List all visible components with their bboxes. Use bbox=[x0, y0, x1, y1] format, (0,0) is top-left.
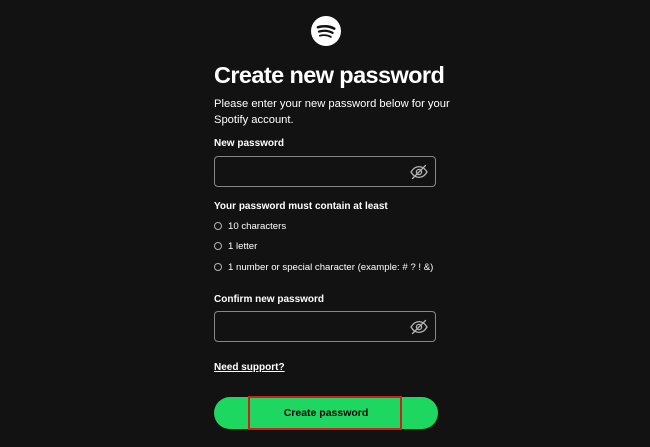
requirement-item: 10 characters bbox=[214, 220, 286, 232]
unchecked-circle-icon bbox=[214, 263, 222, 271]
requirement-item: 1 letter bbox=[214, 240, 257, 252]
need-support-link[interactable]: Need support? bbox=[214, 362, 285, 373]
create-password-label: Create password bbox=[283, 407, 369, 419]
eye-off-icon[interactable] bbox=[409, 162, 429, 182]
new-password-label: New password bbox=[214, 138, 285, 149]
confirm-password-field bbox=[214, 311, 436, 342]
create-password-button[interactable]: Create password bbox=[214, 396, 438, 430]
confirm-password-label: Confirm new password bbox=[214, 294, 325, 305]
requirement-text: 10 characters bbox=[228, 220, 287, 232]
requirement-item: 1 number or special character (example: … bbox=[214, 261, 433, 273]
page-subtitle: Please enter your new password below for… bbox=[214, 98, 450, 126]
new-password-field bbox=[214, 156, 436, 187]
page-title: Create new password bbox=[214, 62, 445, 88]
unchecked-circle-icon bbox=[214, 222, 222, 230]
unchecked-circle-icon bbox=[214, 242, 222, 250]
requirement-text: 1 number or special character (example: … bbox=[228, 261, 434, 273]
requirements-title: Your password must contain at least bbox=[214, 201, 388, 212]
spotify-logo-icon bbox=[311, 16, 341, 46]
confirm-password-input[interactable] bbox=[215, 312, 405, 341]
eye-off-icon[interactable] bbox=[409, 317, 429, 337]
requirement-text: 1 letter bbox=[228, 240, 258, 252]
new-password-input[interactable] bbox=[215, 157, 405, 186]
